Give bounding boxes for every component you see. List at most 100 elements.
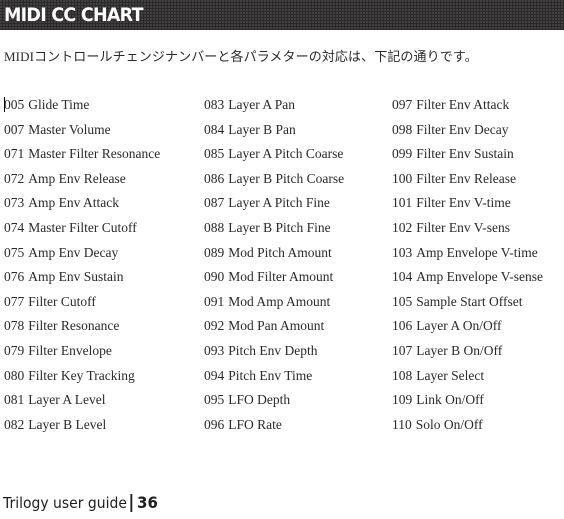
cc-number: 081 (4, 392, 25, 408)
cc-parameter-name: Master Volume (28, 121, 111, 137)
cc-number: 076 (4, 269, 25, 285)
cc-list-item[interactable]: 078 Filter Resonance (4, 316, 160, 341)
cc-list-item[interactable]: 105 Sample Start Offset (392, 292, 543, 317)
cc-list-item[interactable]: 110 Solo On/Off (392, 415, 543, 440)
cc-list-item[interactable]: 100 Filter Env Release (392, 169, 543, 194)
cc-parameter-name: Filter Env V-sens (416, 219, 511, 235)
cc-number: 074 (4, 219, 25, 235)
cc-parameter-name: Layer B Pitch Fine (228, 219, 331, 235)
cc-chart: 005 Glide Time 007 Master Volume 071 Master F… (0, 95, 564, 445)
cc-list-item[interactable]: 073 Amp Env Attack (4, 193, 160, 218)
cc-column-1: 005 Glide Time 007 Master Volume 071 Master F… (4, 95, 160, 439)
cc-number: 005 (4, 97, 25, 112)
cc-list-item[interactable]: 085 Layer A Pitch Coarse (204, 144, 344, 169)
cc-list-item[interactable]: 106 Layer A On/Off (392, 316, 543, 341)
cc-parameter-name: Sample Start Offset (416, 293, 523, 309)
cc-parameter-name: Layer A Pitch Coarse (228, 146, 344, 162)
cc-parameter-name: Filter Key Tracking (28, 367, 135, 383)
cc-parameter-name: Filter Env V-time (416, 195, 511, 211)
intro-text[interactable]: MIDIコントロールチェンジナンバーと各パラメターの対応は、下記の通りです。 (4, 47, 478, 67)
cc-list-item[interactable]: 007 Master Volume (4, 120, 160, 145)
cc-list-item[interactable]: 104 Amp Envelope V-sense (392, 267, 543, 292)
cc-list-item[interactable]: 084 Layer B Pan (204, 120, 344, 145)
cc-list-item[interactable]: 081 Layer A Level (4, 390, 160, 415)
cc-list-item[interactable]: 102 Filter Env V-sens (392, 218, 543, 243)
cc-number: 080 (4, 367, 25, 383)
cc-number: 102 (392, 219, 413, 235)
cc-list-item[interactable]: 080 Filter Key Tracking (4, 366, 160, 391)
cc-parameter-name: Amp Env Release (28, 170, 126, 186)
cc-number: 078 (4, 318, 25, 334)
cc-number: 095 (204, 392, 225, 408)
cc-list-item[interactable]: 075 Amp Env Decay (4, 243, 160, 268)
cc-number: 084 (204, 121, 225, 137)
cc-list-item[interactable]: 090 Mod Filter Amount (204, 267, 344, 292)
cc-parameter-name: Layer B On/Off (416, 342, 503, 358)
cc-parameter-name: Amp Envelope V-time (416, 244, 538, 260)
cc-list-item[interactable]: 099 Filter Env Sustain (392, 144, 543, 169)
cc-number: 096 (204, 416, 225, 432)
cc-parameter-name: Layer Select (416, 367, 485, 383)
cc-parameter-name: Filter Env Attack (416, 97, 510, 112)
cc-list-item[interactable]: 096 LFO Rate (204, 415, 344, 440)
cc-number: 083 (204, 97, 225, 112)
cc-number: 093 (204, 342, 225, 358)
cc-list-item[interactable]: 097 Filter Env Attack (392, 95, 543, 120)
cc-parameter-name: Amp Env Sustain (28, 269, 124, 285)
cc-list-item[interactable]: 083 Layer A Pan (204, 95, 344, 120)
cc-list-item[interactable]: 091 Mod Amp Amount (204, 292, 344, 317)
cc-list-item[interactable]: 089 Mod Pitch Amount (204, 243, 344, 268)
cc-list-item[interactable]: 079 Filter Envelope (4, 341, 160, 366)
cc-list-item[interactable]: 108 Layer Select (392, 366, 543, 391)
cc-list-item[interactable]: 093 Pitch Env Depth (204, 341, 344, 366)
cc-number: 079 (4, 342, 25, 358)
cc-number: 072 (4, 170, 25, 186)
cc-number: 073 (4, 195, 25, 211)
cc-list-item[interactable]: 074 Master Filter Cutoff (4, 218, 160, 243)
cc-number: 109 (392, 392, 413, 408)
cc-parameter-name: Filter Env Release (416, 170, 516, 186)
cc-parameter-name: Solo On/Off (415, 416, 483, 432)
cc-parameter-name: Mod Amp Amount (228, 293, 331, 309)
cc-list-item[interactable]: 072 Amp Env Release (4, 169, 160, 194)
cc-list-item[interactable]: 086 Layer B Pitch Coarse (204, 169, 344, 194)
cc-list-item[interactable]: 088 Layer B Pitch Fine (204, 218, 344, 243)
cc-list-item[interactable]: 107 Layer B On/Off (392, 341, 543, 366)
cc-list-item[interactable]: 082 Layer B Level (4, 415, 160, 440)
cc-list-item[interactable]: 098 Filter Env Decay (392, 120, 543, 145)
cc-number: 092 (204, 318, 225, 334)
cc-number: 082 (4, 416, 25, 432)
cc-list-item[interactable]: 071 Master Filter Resonance (4, 144, 160, 169)
cc-list-item[interactable]: 103 Amp Envelope V-time (392, 243, 543, 268)
cc-number: 099 (392, 146, 413, 162)
cc-number: 077 (4, 293, 25, 309)
cc-list-item[interactable]: 092 Mod Pan Amount (204, 316, 344, 341)
cc-number: 071 (4, 146, 25, 162)
cc-number: 101 (392, 195, 413, 211)
cc-list-item[interactable]: 109 Link On/Off (392, 390, 543, 415)
cc-column-3: 097 Filter Env Attack 098 Filter Env Decay 0… (392, 95, 543, 439)
cc-list-item[interactable]: 095 LFO Depth (204, 390, 344, 415)
cc-parameter-name: Layer A Pitch Fine (228, 195, 330, 211)
cc-parameter-name: Master Filter Resonance (28, 146, 161, 162)
footer-divider (130, 494, 133, 512)
cc-parameter-name: Filter Env Sustain (416, 146, 514, 162)
cc-list-item[interactable]: 101 Filter Env V-time (392, 193, 543, 218)
cc-parameter-name: Glide Time (28, 97, 90, 112)
cc-parameter-name: Layer A On/Off (416, 318, 502, 334)
cc-number: 075 (4, 244, 25, 260)
cc-list-item[interactable]: 094 Pitch Env Time (204, 366, 344, 391)
cc-list-item[interactable]: 087 Layer A Pitch Fine (204, 193, 344, 218)
page-footer: Trilogy user guide 36 (3, 492, 158, 514)
header-bar: MIDI CC CHART (0, 0, 564, 30)
cc-list-item[interactable]: 077 Filter Cutoff (4, 292, 160, 317)
cc-parameter-name: Mod Pan Amount (228, 318, 325, 334)
cc-number: 098 (392, 121, 413, 137)
cc-list-item[interactable]: 076 Amp Env Sustain (4, 267, 160, 292)
cc-list-item[interactable]: 005 Glide Time (4, 95, 160, 120)
cc-parameter-name: LFO Rate (228, 416, 282, 432)
cc-parameter-name: Master Filter Cutoff (28, 219, 137, 235)
cc-number: 086 (204, 170, 225, 186)
cc-parameter-name: Filter Envelope (28, 342, 112, 358)
cc-parameter-name: Layer B Pitch Coarse (228, 170, 345, 186)
